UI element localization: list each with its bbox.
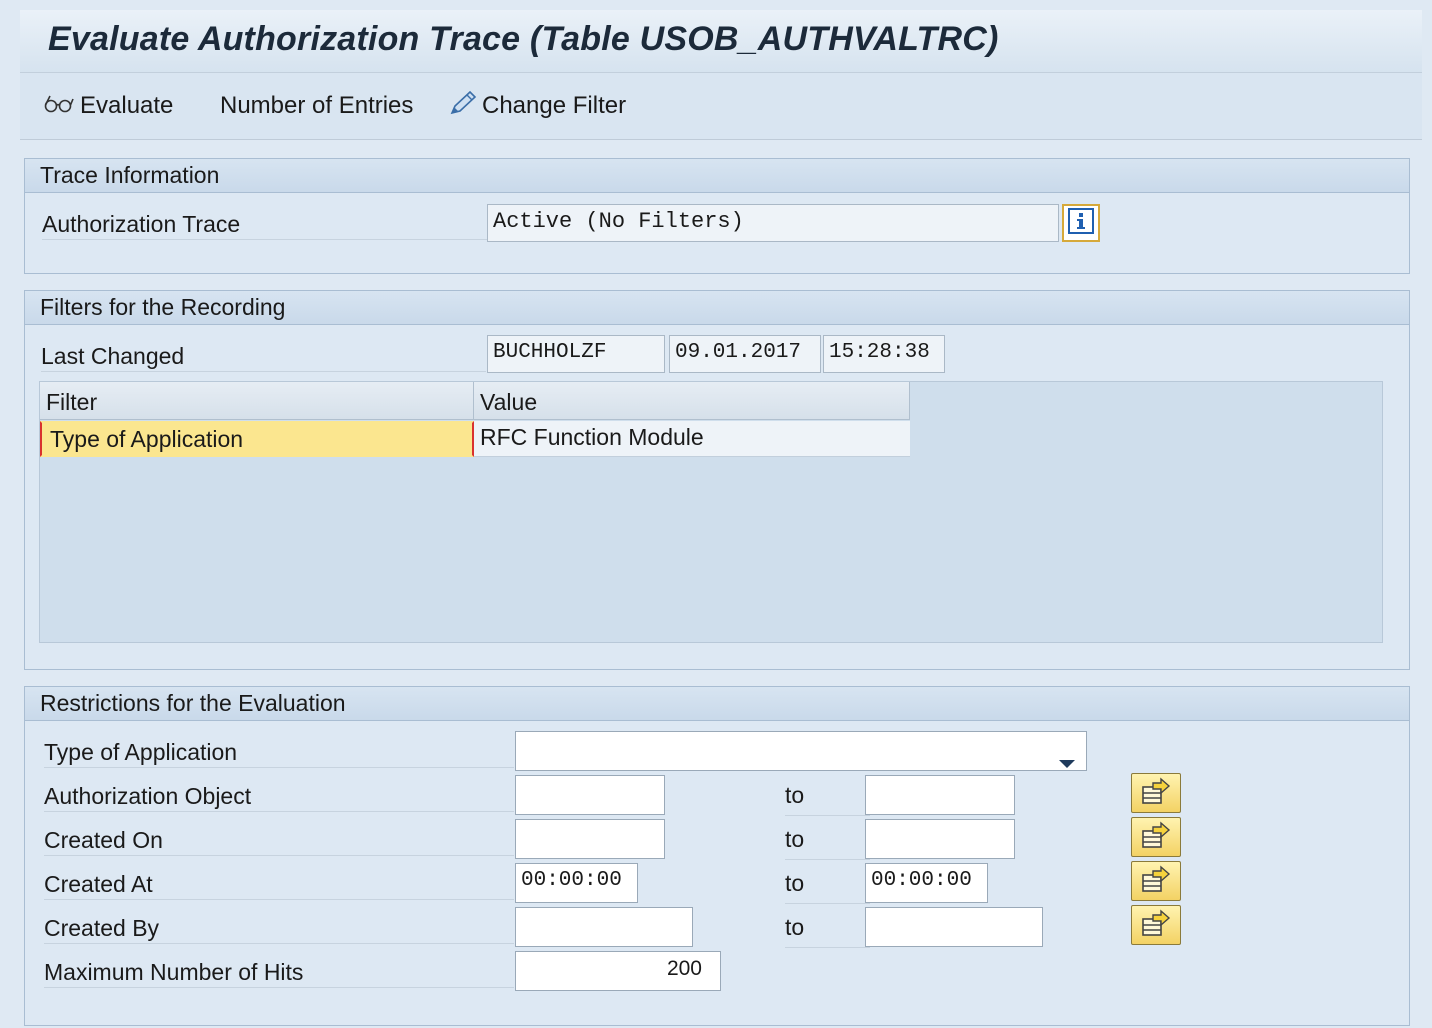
created-on-to-input[interactable] (865, 819, 1015, 859)
title-bar: Evaluate Authorization Trace (Table USOB… (20, 10, 1422, 73)
created-at-from-input[interactable]: 00:00:00 (515, 863, 638, 903)
created-by-to-label: to (785, 907, 870, 948)
column-header-filter[interactable]: Filter (40, 382, 474, 420)
filters-header: Filters for the Recording (25, 291, 1409, 325)
multiple-selection-icon (1141, 820, 1171, 854)
restrictions-header: Restrictions for the Evaluation (25, 687, 1409, 721)
authorization-object-label: Authorization Object (44, 781, 514, 812)
filter-table: Filter Value Type of Application RFC Fun… (39, 381, 1383, 643)
type-of-application-label: Type of Application (44, 737, 514, 768)
restrictions-group: Restrictions for the Evaluation Type of … (24, 686, 1410, 1026)
created-at-to-input[interactable]: 00:00:00 (865, 863, 988, 903)
created-at-multiple-selection-button[interactable] (1131, 861, 1181, 901)
last-changed-label: Last Changed (41, 341, 486, 372)
change-filter-button[interactable]: Change Filter (448, 89, 627, 124)
filters-for-recording-group: Filters for the Recording Last Changed B… (24, 290, 1410, 670)
changed-by-field: BUCHHOLZF (487, 335, 665, 373)
evaluate-button[interactable]: Evaluate (42, 91, 173, 121)
application-toolbar: Evaluate Number of Entries Change Filter (20, 73, 1422, 140)
page-title: Evaluate Authorization Trace (Table USOB… (48, 20, 999, 58)
multiple-selection-icon (1141, 908, 1171, 942)
changed-date-field: 09.01.2017 (669, 335, 821, 373)
change-filter-label: Change Filter (482, 92, 627, 119)
column-header-value[interactable]: Value (474, 382, 910, 420)
type-of-application-dropdown[interactable] (515, 731, 1087, 771)
created-on-label: Created On (44, 825, 514, 856)
authorization-object-multiple-selection-button[interactable] (1131, 773, 1181, 813)
table-cell-value[interactable]: RFC Function Module (474, 421, 910, 457)
authorization-trace-field: Active (No Filters) (487, 204, 1059, 242)
multiple-selection-icon (1141, 776, 1171, 810)
created-on-from-input[interactable] (515, 819, 665, 859)
glasses-icon (42, 90, 76, 123)
changed-time-field: 15:28:38 (823, 335, 945, 373)
created-by-from-input[interactable] (515, 907, 693, 947)
info-icon (1068, 207, 1094, 239)
created-by-multiple-selection-button[interactable] (1131, 905, 1181, 945)
number-of-entries-label: Number of Entries (220, 92, 414, 119)
created-on-multiple-selection-button[interactable] (1131, 817, 1181, 857)
max-hits-label: Maximum Number of Hits (44, 957, 514, 988)
created-by-label: Created By (44, 913, 514, 944)
authorization-object-to-label: to (785, 775, 870, 816)
created-by-to-input[interactable] (865, 907, 1043, 947)
authorization-trace-label: Authorization Trace (42, 209, 487, 240)
evaluate-label: Evaluate (80, 92, 174, 119)
table-cell-filter[interactable]: Type of Application (40, 421, 474, 457)
created-at-label: Created At (44, 869, 514, 900)
created-on-to-label: to (785, 819, 870, 860)
multiple-selection-icon (1141, 864, 1171, 898)
number-of-entries-button[interactable]: Number of Entries (220, 91, 413, 121)
info-button[interactable] (1062, 204, 1100, 242)
created-at-to-label: to (785, 863, 870, 904)
trace-information-header: Trace Information (25, 159, 1409, 193)
trace-information-group: Trace Information Authorization Trace Ac… (24, 158, 1410, 274)
authorization-object-to-input[interactable] (865, 775, 1015, 815)
pencil-icon (448, 89, 478, 124)
max-hits-input[interactable]: 200 (515, 951, 721, 991)
dropdown-arrow-icon[interactable] (1058, 746, 1076, 770)
authorization-object-from-input[interactable] (515, 775, 665, 815)
